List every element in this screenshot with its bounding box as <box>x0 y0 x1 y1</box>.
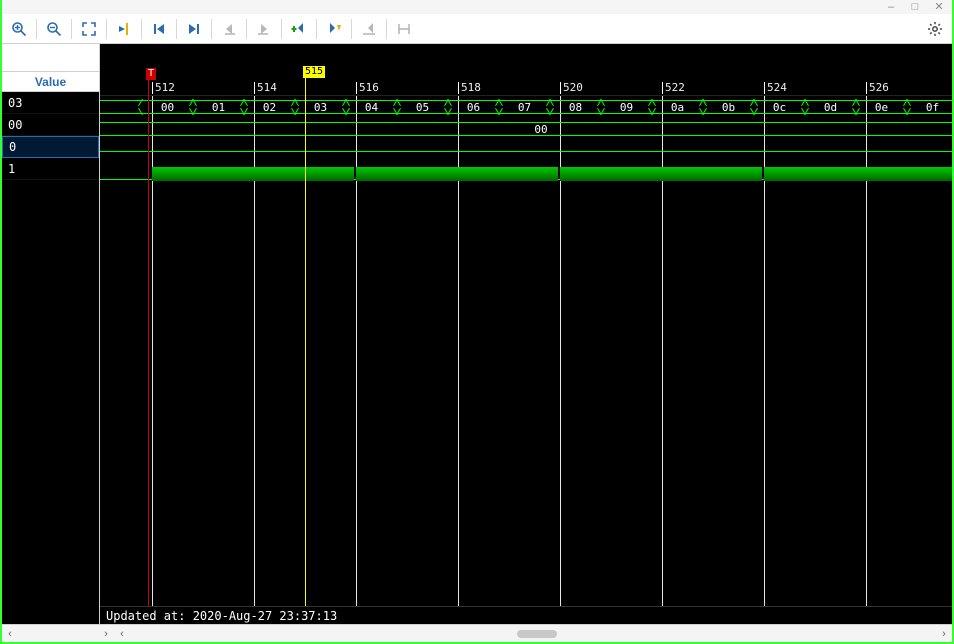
status-bar: Updated at: 2020-Aug-27 23:37:13 <box>100 606 952 624</box>
zoom-fit-button[interactable] <box>78 18 100 40</box>
scroll-right-button[interactable]: › <box>98 626 114 642</box>
settings-button[interactable] <box>924 18 946 40</box>
signal-row-clock[interactable] <box>100 165 952 181</box>
waveform-panel: 515 T 512514516518520522524526 000102030… <box>100 44 952 624</box>
bus-cell: 07 <box>499 99 550 115</box>
maximize-icon[interactable]: □ <box>908 0 922 14</box>
prev-edge-button <box>218 18 240 40</box>
scroll-left-button[interactable]: ‹ <box>2 626 18 642</box>
wave-scroll-left-button[interactable]: ‹ <box>114 626 130 642</box>
remove-marker-button <box>393 18 415 40</box>
goto-marker-button[interactable] <box>113 18 135 40</box>
wave-scroll-right-button[interactable]: › <box>936 626 952 642</box>
signal-row-wire1[interactable] <box>100 143 952 159</box>
prev-marker-button[interactable] <box>323 18 345 40</box>
bus-cell: 0a <box>652 99 703 115</box>
time-marker-primary[interactable]: 515 <box>303 66 325 78</box>
signal-row-bus1[interactable]: 000102030405060708090a0b0c0d0e0f <box>100 99 952 115</box>
bus-cell: 0e <box>856 99 907 115</box>
next-edge-button <box>253 18 275 40</box>
bus-cell: 00 <box>142 99 193 115</box>
ruler-tick: 522 <box>662 82 685 94</box>
toolbar-separator <box>246 19 247 39</box>
toolbar-separator <box>316 19 317 39</box>
time-cursor[interactable]: T <box>146 68 156 80</box>
app-window: – □ ✕ <box>0 0 954 644</box>
bus-cell: 08 <box>550 99 601 115</box>
ruler-tick: 520 <box>560 82 583 94</box>
signal-row-bus2[interactable]: 00 <box>100 121 952 137</box>
horizontal-scrollbar: ‹ › ‹ › <box>2 624 952 642</box>
toolbar-separator <box>211 19 212 39</box>
bus-cell: 09 <box>601 99 652 115</box>
ruler-tick: 518 <box>458 82 481 94</box>
toolbar-separator <box>106 19 107 39</box>
toolbar-separator <box>176 19 177 39</box>
zoom-out-button[interactable] <box>43 18 65 40</box>
toolbar-separator <box>71 19 72 39</box>
bus-cell: 06 <box>448 99 499 115</box>
goto-end-button[interactable] <box>183 18 205 40</box>
status-text: Updated at: 2020-Aug-27 23:37:13 <box>106 609 337 623</box>
sidebar-scroll-track[interactable] <box>18 628 98 640</box>
value-row[interactable]: 03 <box>2 92 99 114</box>
toolbar <box>2 14 952 44</box>
main-body: Value 030001 515 T 512514516518520522524… <box>2 44 952 624</box>
time-cursor-line <box>148 80 149 606</box>
toolbar-separator <box>141 19 142 39</box>
signal-search <box>2 44 99 72</box>
titlebar: – □ ✕ <box>2 0 952 14</box>
bus-cell: 03 <box>295 99 346 115</box>
goto-start-button[interactable] <box>148 18 170 40</box>
clock-high-segment <box>152 167 354 181</box>
ruler-tick: 526 <box>866 82 889 94</box>
wave-scroll-track[interactable] <box>130 628 936 640</box>
bus-cell: 00 <box>130 121 952 137</box>
signal-tracks: 000102030405060708090a0b0c0d0e0f 00 <box>100 99 952 181</box>
toolbar-separator <box>36 19 37 39</box>
toolbar-separator <box>351 19 352 39</box>
signal-search-input[interactable] <box>2 44 99 71</box>
value-row[interactable]: 1 <box>2 158 99 180</box>
ruler-tick: 512 <box>152 82 175 94</box>
value-column-header[interactable]: Value <box>2 72 99 92</box>
time-ruler: 512 514 516 518 520 522 524 526 <box>100 82 952 96</box>
ruler-tick: 516 <box>356 82 379 94</box>
bus-cell: 0b <box>703 99 754 115</box>
bus-cell: 01 <box>193 99 244 115</box>
clock-high-segment <box>356 167 558 181</box>
close-icon[interactable]: ✕ <box>932 0 946 14</box>
value-sidebar: Value 030001 <box>2 44 100 624</box>
ruler-tick: 514 <box>254 82 277 94</box>
waveform-canvas[interactable]: 515 T 512514516518520522524526 000102030… <box>100 44 952 606</box>
toolbar-separator <box>386 19 387 39</box>
zoom-in-button[interactable] <box>8 18 30 40</box>
time-marker-primary-line <box>305 78 306 606</box>
next-marker-button <box>358 18 380 40</box>
value-list: 030001 <box>2 92 99 624</box>
clock-high-segment <box>764 167 952 181</box>
value-row[interactable]: 0 <box>2 136 99 158</box>
bus-cell: 0d <box>805 99 856 115</box>
wave-scroll-thumb[interactable] <box>517 630 557 638</box>
add-marker-button[interactable] <box>288 18 310 40</box>
bus-cell: 0f <box>907 99 952 115</box>
bus-cell: 05 <box>397 99 448 115</box>
bus-cell: 02 <box>244 99 295 115</box>
toolbar-separator <box>281 19 282 39</box>
clock-high-segment <box>560 167 762 181</box>
ruler-tick: 524 <box>764 82 787 94</box>
minimize-icon[interactable]: – <box>884 0 898 14</box>
bus-cell: 04 <box>346 99 397 115</box>
value-row[interactable]: 00 <box>2 114 99 136</box>
bus-cell: 0c <box>754 99 805 115</box>
